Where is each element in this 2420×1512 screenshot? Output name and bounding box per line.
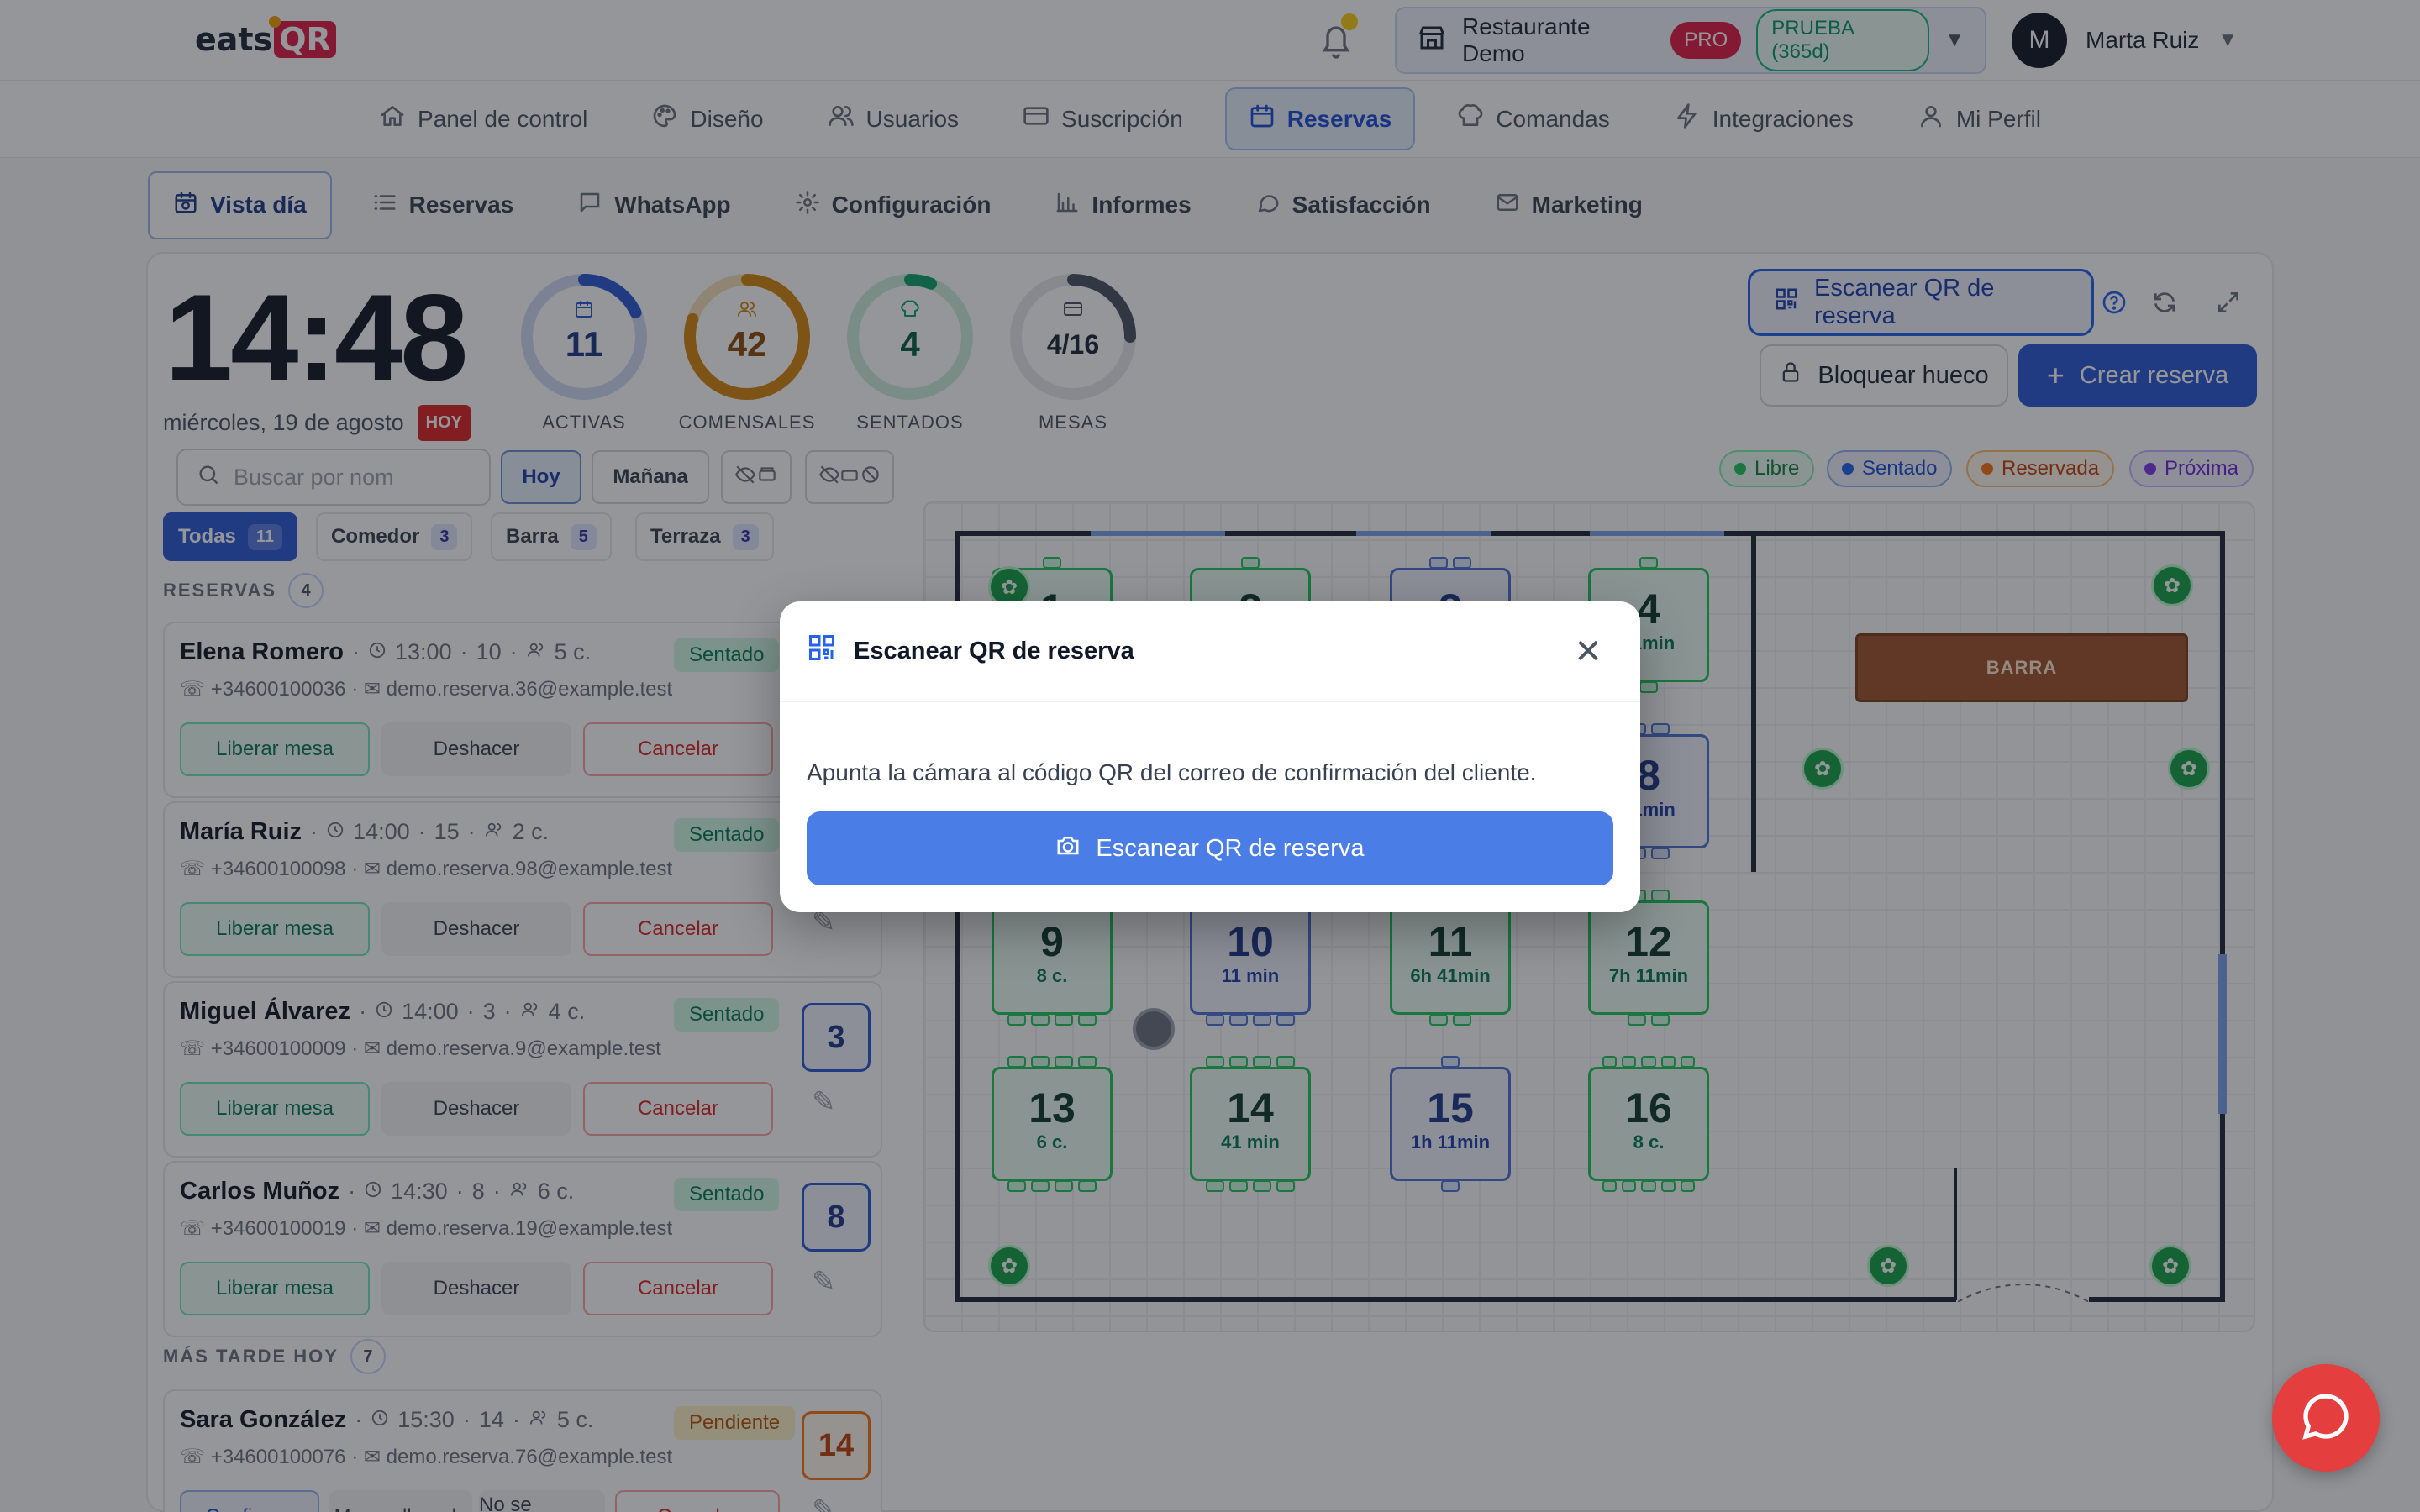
scan-qr-modal: Escanear QR de reserva ✕ Apunta la cámar… xyxy=(780,601,1640,912)
modal-header: Escanear QR de reserva xyxy=(780,601,1640,702)
camera-icon xyxy=(1055,833,1081,864)
modal-scan-label: Escanear QR de reserva xyxy=(1096,834,1365,862)
modal-scan-button[interactable]: Escanear QR de reserva xyxy=(807,811,1613,885)
chat-fab-button[interactable] xyxy=(2272,1364,2380,1472)
chat-bubble-icon xyxy=(2299,1389,2353,1447)
modal-title: Escanear QR de reserva xyxy=(854,637,1134,664)
modal-description: Apunta la cámara al código QR del correo… xyxy=(807,759,1537,785)
qr-code-icon xyxy=(807,633,837,669)
close-icon[interactable]: ✕ xyxy=(1570,633,1607,670)
